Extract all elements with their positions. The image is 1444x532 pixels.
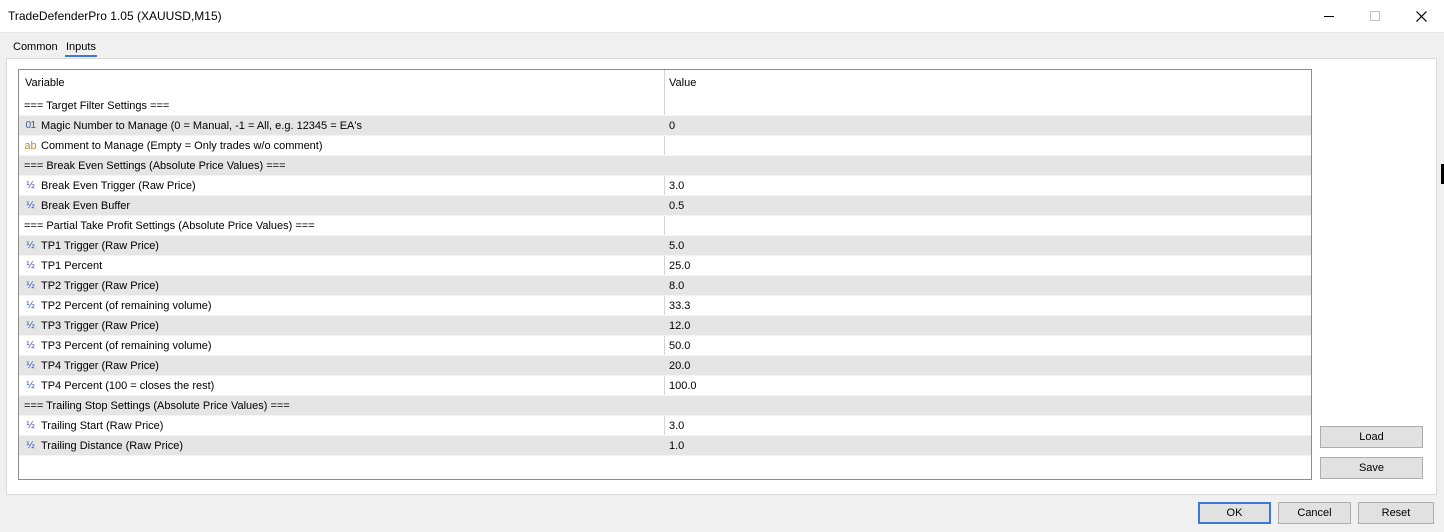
parameter-row[interactable]: ½ TP1 Trigger (Raw Price) 5.0 bbox=[19, 236, 1311, 256]
window-title: TradeDefenderPro 1.05 (XAUUSD,M15) bbox=[8, 9, 222, 23]
minimize-icon bbox=[1324, 16, 1334, 17]
maximize-button bbox=[1352, 0, 1398, 32]
grid-header: Variable Value bbox=[19, 70, 1311, 96]
variable-name: Break Even Trigger (Raw Price) bbox=[41, 180, 196, 192]
double-type-icon: ½ bbox=[26, 260, 35, 271]
close-button[interactable] bbox=[1398, 0, 1444, 32]
variable-name: TP3 Percent (of remaining volume) bbox=[41, 340, 212, 352]
parameter-row[interactable]: ½ TP2 Trigger (Raw Price) 8.0 bbox=[19, 276, 1311, 296]
parameter-row[interactable]: ½ TP3 Percent (of remaining volume) 50.0 bbox=[19, 336, 1311, 356]
double-type-icon: ½ bbox=[26, 300, 35, 311]
parameter-row[interactable]: ½ Trailing Start (Raw Price) 3.0 bbox=[19, 416, 1311, 436]
variable-name: === Trailing Stop Settings (Absolute Pri… bbox=[24, 400, 290, 412]
parameter-row[interactable]: ½ TP1 Percent 25.0 bbox=[19, 256, 1311, 276]
parameter-row[interactable]: ½ Break Even Trigger (Raw Price) 3.0 bbox=[19, 176, 1311, 196]
double-type-icon: ½ bbox=[26, 180, 35, 191]
variable-name: TP2 Trigger (Raw Price) bbox=[41, 280, 159, 292]
double-type-icon: ½ bbox=[26, 420, 35, 431]
parameter-row[interactable]: ½ TP4 Percent (100 = closes the rest) 100.… bbox=[19, 376, 1311, 396]
close-icon bbox=[1415, 10, 1427, 22]
double-type-icon: ½ bbox=[26, 360, 35, 371]
tab-inputs-label: Inputs bbox=[66, 41, 96, 53]
parameter-value[interactable]: 50.0 bbox=[669, 340, 690, 352]
active-tab-indicator bbox=[65, 55, 97, 57]
parameter-row[interactable]: ½ Trailing Distance (Raw Price) 1.0 bbox=[19, 436, 1311, 456]
variable-name: Comment to Manage (Empty = Only trades w… bbox=[41, 140, 323, 152]
double-type-icon: ½ bbox=[26, 280, 35, 291]
parameter-value[interactable]: 5.0 bbox=[669, 240, 684, 252]
variable-name: TP1 Trigger (Raw Price) bbox=[41, 240, 159, 252]
double-type-icon: ½ bbox=[26, 440, 35, 451]
double-type-icon: ½ bbox=[26, 340, 35, 351]
double-type-icon: ½ bbox=[26, 320, 35, 331]
load-button[interactable]: Load bbox=[1320, 426, 1423, 448]
ok-button[interactable]: OK bbox=[1198, 502, 1271, 524]
maximize-icon bbox=[1370, 11, 1380, 21]
variable-name: TP4 Percent (100 = closes the rest) bbox=[41, 380, 215, 392]
variable-name: TP3 Trigger (Raw Price) bbox=[41, 320, 159, 332]
parameter-row[interactable]: 01 Magic Number to Manage (0 = Manual, -1… bbox=[19, 116, 1311, 136]
variable-name: === Target Filter Settings === bbox=[24, 100, 170, 112]
parameter-value[interactable]: 0.5 bbox=[669, 200, 684, 212]
variable-name: TP2 Percent (of remaining volume) bbox=[41, 300, 212, 312]
string-type-icon: ab bbox=[24, 139, 37, 152]
parameter-value[interactable]: 3.0 bbox=[669, 180, 684, 192]
variable-name: Trailing Distance (Raw Price) bbox=[41, 440, 184, 452]
double-type-icon: ½ bbox=[26, 200, 35, 211]
parameter-value[interactable]: 12.0 bbox=[669, 320, 690, 332]
variable-name: === Partial Take Profit Settings (Absolu… bbox=[24, 220, 315, 232]
parameter-value[interactable]: 25.0 bbox=[669, 260, 690, 272]
section-row[interactable]: === Trailing Stop Settings (Absolute Pri… bbox=[19, 396, 1311, 416]
double-type-icon: ½ bbox=[26, 380, 35, 391]
parameter-value[interactable]: 0 bbox=[669, 120, 675, 132]
parameter-value[interactable]: 3.0 bbox=[669, 420, 684, 432]
variable-name: Trailing Start (Raw Price) bbox=[41, 420, 164, 432]
parameter-value[interactable]: 8.0 bbox=[669, 280, 684, 292]
save-button[interactable]: Save bbox=[1320, 457, 1423, 479]
variable-name: Break Even Buffer bbox=[41, 200, 131, 212]
section-row[interactable]: === Target Filter Settings === bbox=[19, 96, 1311, 116]
parameter-row[interactable]: ½ TP3 Trigger (Raw Price) 12.0 bbox=[19, 316, 1311, 336]
tab-common[interactable]: Common bbox=[13, 41, 58, 53]
variable-name: === Break Even Settings (Absolute Price … bbox=[24, 160, 286, 172]
parameter-value[interactable]: 20.0 bbox=[669, 360, 690, 372]
variable-name: TP1 Percent bbox=[41, 260, 103, 272]
cancel-button[interactable]: Cancel bbox=[1278, 502, 1351, 524]
variable-name: Magic Number to Manage (0 = Manual, -1 =… bbox=[41, 120, 362, 132]
variable-name: TP4 Trigger (Raw Price) bbox=[41, 360, 159, 372]
double-type-icon: ½ bbox=[26, 240, 35, 251]
parameter-value[interactable]: 1.0 bbox=[669, 440, 684, 452]
parameter-row[interactable]: ½ Break Even Buffer 0.5 bbox=[19, 196, 1311, 216]
grid-rows: === Target Filter Settings === 01 Magic Nu… bbox=[19, 96, 1311, 456]
minimize-button[interactable] bbox=[1306, 0, 1352, 32]
tab-inputs[interactable]: Inputs bbox=[65, 41, 97, 57]
parameter-row[interactable]: ½ TP2 Percent (of remaining volume) 33.3 bbox=[19, 296, 1311, 316]
inputs-grid: Variable Value === Target Filter Setting… bbox=[18, 69, 1312, 480]
parameter-value[interactable]: 100.0 bbox=[669, 380, 697, 392]
integer-type-icon: 01 bbox=[25, 120, 36, 131]
parameter-row[interactable]: ½ TP4 Trigger (Raw Price) 20.0 bbox=[19, 356, 1311, 376]
title-bar: TradeDefenderPro 1.05 (XAUUSD,M15) bbox=[0, 0, 1444, 33]
header-value[interactable]: Value bbox=[669, 77, 696, 89]
parameter-value[interactable]: 33.3 bbox=[669, 300, 690, 312]
section-row[interactable]: === Break Even Settings (Absolute Price … bbox=[19, 156, 1311, 176]
header-variable[interactable]: Variable bbox=[25, 77, 65, 89]
section-row[interactable]: === Partial Take Profit Settings (Absolu… bbox=[19, 216, 1311, 236]
reset-button[interactable]: Reset bbox=[1358, 502, 1434, 524]
parameter-row[interactable]: ab Comment to Manage (Empty = Only trades… bbox=[19, 136, 1311, 156]
